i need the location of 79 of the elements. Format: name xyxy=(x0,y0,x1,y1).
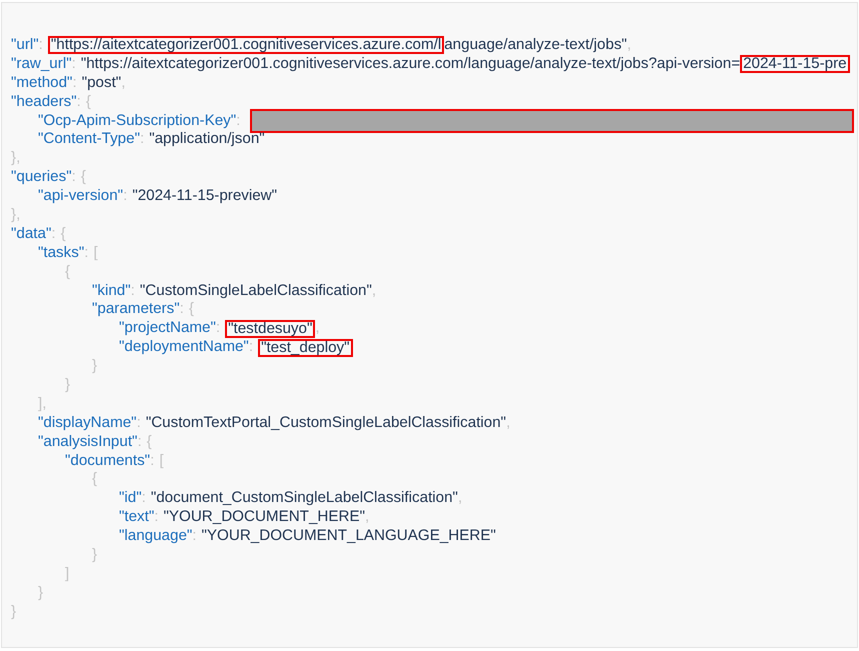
json-punctuation: : xyxy=(192,527,197,546)
json-punctuation: } xyxy=(92,546,98,565)
json-punctuation: : xyxy=(150,452,154,470)
json-punctuation: , xyxy=(315,319,320,338)
json-punctuation: : xyxy=(38,36,43,55)
json-punctuation: : xyxy=(72,74,77,93)
json-punctuation: { xyxy=(188,300,194,320)
json-punctuation: }, xyxy=(11,206,20,225)
json-punctuation: { xyxy=(86,92,91,112)
json-key: "api-version" xyxy=(38,187,124,206)
json-string: "https://aitextcategorizer001.cognitiveservices.azure.com/l xyxy=(48,36,444,54)
json-string: "application/json" xyxy=(149,130,265,150)
json-punctuation: } xyxy=(11,602,16,622)
json-punctuation: : xyxy=(154,508,158,528)
json-punctuation: } xyxy=(92,357,98,376)
json-punctuation: { xyxy=(60,224,66,244)
json-string: "testdesuyo" xyxy=(225,320,316,338)
json-punctuation: , xyxy=(458,489,462,508)
json-string: anguage/analyze-text/jobs" xyxy=(444,36,627,55)
json-key: "id" xyxy=(119,489,142,508)
json-key: "Ocp-Apim-Subscription-Key" xyxy=(38,112,236,130)
json-key: "method" xyxy=(11,74,72,93)
json-punctuation: : xyxy=(142,489,146,508)
json-string: "YOUR_DOCUMENT_LANGUAGE_HERE" xyxy=(202,527,496,546)
json-punctuation: : xyxy=(130,282,135,300)
json-punctuation: , xyxy=(365,508,370,528)
json-string: "document_CustomSingleLabelClassification" xyxy=(150,489,458,508)
json-punctuation: : xyxy=(180,300,184,320)
json-string: "test_deploy" xyxy=(258,338,353,357)
json-string: "CustomSingleLabelClassification" xyxy=(140,282,372,300)
json-punctuation: { xyxy=(80,168,86,188)
json-key: "Content-Type" xyxy=(38,130,140,150)
json-string: 2024-11-15-pre xyxy=(740,55,850,74)
json-string: "CustomTextPortal_CustomSingleLabelClassification" xyxy=(146,414,506,433)
json-punctuation: : xyxy=(72,168,76,188)
json-punctuation: ], xyxy=(38,394,46,414)
json-punctuation: [ xyxy=(159,452,164,470)
json-punctuation: , xyxy=(506,414,510,433)
json-punctuation: , xyxy=(121,74,126,93)
json-punctuation: { xyxy=(65,262,70,282)
json-key: "url" xyxy=(11,36,39,55)
json-punctuation: : xyxy=(123,187,128,206)
json-punctuation: ] xyxy=(65,564,70,584)
json-punctuation: : xyxy=(51,224,56,244)
json-key: "raw_url" xyxy=(11,54,72,74)
json-punctuation: }, xyxy=(11,149,20,168)
json-punctuation: : xyxy=(236,112,240,130)
json-punctuation: : xyxy=(136,414,141,433)
json-punctuation: : xyxy=(137,432,142,452)
json-key: "tasks" xyxy=(38,244,84,263)
json-punctuation: : xyxy=(216,319,220,338)
json-key: "text" xyxy=(119,508,154,528)
json-punctuation: } xyxy=(65,376,70,395)
json-punctuation: } xyxy=(38,584,44,603)
json-key: "headers" xyxy=(11,92,77,112)
json-key: "deploymentName" xyxy=(119,338,249,358)
json-punctuation: : xyxy=(140,130,144,150)
json-punctuation: : xyxy=(76,92,81,112)
json-key: "data" xyxy=(11,224,52,244)
json-key: "documents" xyxy=(65,452,150,470)
json-key: "language" xyxy=(119,527,192,546)
json-punctuation: , xyxy=(372,282,376,300)
json-string: "post" xyxy=(82,74,122,93)
json-key: "displayName" xyxy=(38,414,137,433)
json-string: "https://aitextcategorizer001.cognitiveservices.azure.com/language/analyze-text/jobs?api-version= xyxy=(80,54,740,74)
json-key: "kind" xyxy=(92,282,131,300)
json-punctuation: : xyxy=(248,338,254,358)
json-punctuation: , xyxy=(626,36,632,55)
json-punctuation: : xyxy=(72,54,76,74)
json-key: "queries" xyxy=(11,168,72,188)
json-punctuation: : xyxy=(84,244,88,263)
json-key: "parameters" xyxy=(92,300,180,320)
json-key: "projectName" xyxy=(119,319,216,338)
json-punctuation: [ xyxy=(93,244,98,263)
json-key: "analysisInput" xyxy=(38,432,138,452)
json-punctuation: { xyxy=(146,432,152,452)
json-string: "YOUR_DOCUMENT_HERE" xyxy=(164,508,365,528)
json-punctuation: { xyxy=(92,470,98,490)
json-string: "2024-11-15-preview" xyxy=(132,187,278,206)
